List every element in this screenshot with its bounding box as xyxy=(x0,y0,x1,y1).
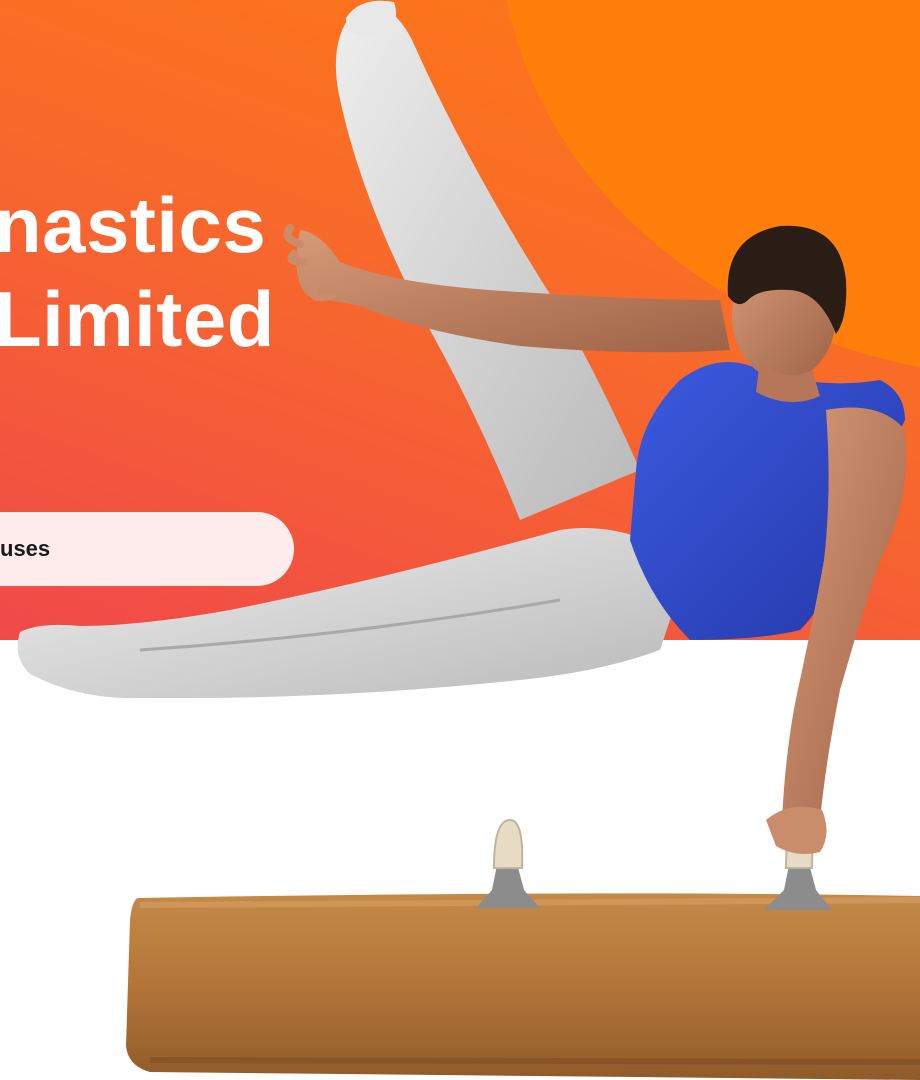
pommel-horse xyxy=(126,818,920,1080)
gymnast xyxy=(17,0,907,854)
page: nastics Limited uses xyxy=(0,0,920,1080)
gymnast-photo xyxy=(17,0,920,1080)
